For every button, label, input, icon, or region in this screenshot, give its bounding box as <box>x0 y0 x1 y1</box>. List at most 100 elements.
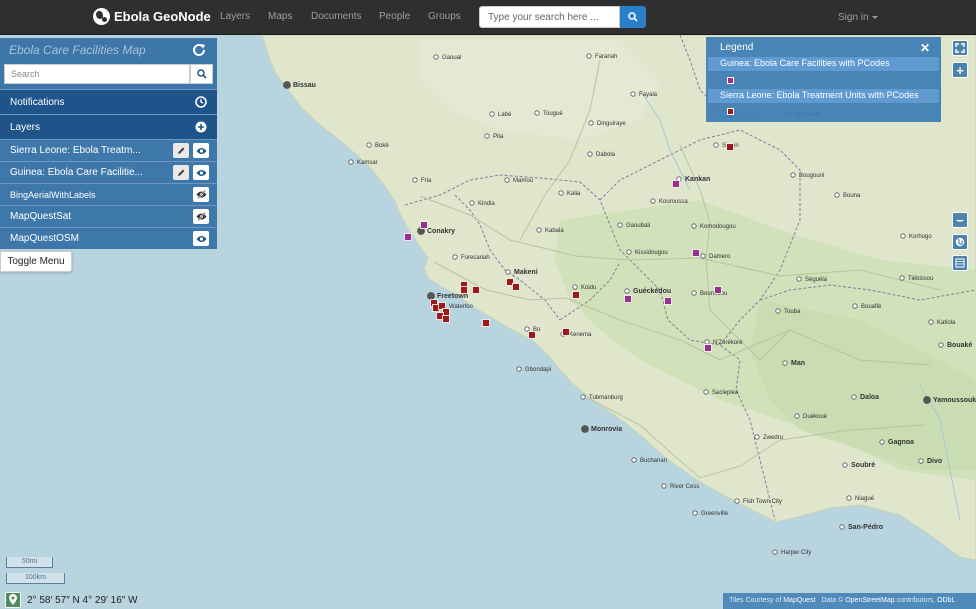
place-dot <box>572 284 578 290</box>
pencil-icon <box>178 147 185 154</box>
place-label: Koidu <box>581 285 596 291</box>
toggle-visibility-button[interactable] <box>193 165 209 180</box>
guinea-facility-marker[interactable] <box>692 249 700 257</box>
layers-label: Layers <box>10 122 41 133</box>
place-dot <box>534 110 540 116</box>
sierra-leone-unit-marker[interactable] <box>442 315 450 323</box>
globe-icon <box>955 237 965 247</box>
place-label: Tiébissou <box>908 276 933 282</box>
place-dot <box>846 495 852 501</box>
place-label: Man <box>791 360 805 367</box>
place-label: Monrovia <box>591 426 622 433</box>
layer-item-mapquest-osm[interactable]: MapQuestOSM <box>0 227 217 249</box>
mouse-coordinates: 2° 58′ 57″ N 4° 29′ 16″ W <box>27 595 138 606</box>
place-dot <box>661 483 667 489</box>
table-icon <box>955 258 965 268</box>
sierra-leone-unit-marker[interactable] <box>472 286 480 294</box>
sign-in-dropdown[interactable]: Sign in <box>838 12 878 23</box>
guinea-facility-marker[interactable] <box>714 286 722 294</box>
place-dot <box>626 249 632 255</box>
guinea-facility-marker[interactable] <box>404 233 412 241</box>
notifications-label: Notifications <box>10 97 65 108</box>
sierra-leone-unit-marker[interactable] <box>562 328 570 336</box>
place-label: Bissau <box>293 82 316 89</box>
guinea-facility-marker[interactable] <box>420 221 428 229</box>
place-label: Gbondapi <box>525 367 551 373</box>
toggle-visibility-button[interactable] <box>193 187 209 202</box>
scale-bar-km: 100km <box>6 573 65 584</box>
nav-documents[interactable]: Documents <box>311 11 362 22</box>
toggle-visibility-button[interactable] <box>193 209 209 224</box>
fullscreen-button[interactable] <box>952 40 968 56</box>
edit-layer-button[interactable] <box>173 143 189 158</box>
guinea-facility-marker[interactable] <box>704 344 712 352</box>
location-button[interactable] <box>5 592 21 608</box>
nav-groups[interactable]: Groups <box>428 11 461 22</box>
place-dot <box>452 254 458 260</box>
brand-logo[interactable]: Ebola GeoNode <box>93 8 211 25</box>
place-label: Kankan <box>685 176 710 183</box>
sierra-leone-unit-marker[interactable] <box>726 143 734 151</box>
place-label: Kenema <box>569 332 592 338</box>
attribution-data-prefix: Data © <box>821 597 844 604</box>
layers-row[interactable]: Layers <box>0 114 217 139</box>
place-label: Dinguiraye <box>597 121 626 127</box>
place-label: Fria <box>421 178 432 184</box>
sierra-leone-unit-marker[interactable] <box>482 319 490 327</box>
eye-icon <box>196 147 206 154</box>
toggle-visibility-button[interactable] <box>193 143 209 158</box>
table-view-button[interactable] <box>952 255 968 271</box>
close-icon[interactable]: ✕ <box>920 41 930 55</box>
place-label: Buchanan <box>640 458 667 464</box>
place-dot <box>504 177 510 183</box>
nav-people[interactable]: People <box>379 11 410 22</box>
place-label: Fayala <box>639 92 658 98</box>
layer-search-button[interactable] <box>190 64 213 84</box>
global-search-button[interactable] <box>620 6 646 28</box>
sierra-leone-unit-marker[interactable] <box>572 291 580 299</box>
mapquest-link[interactable]: MapQuest <box>783 597 815 604</box>
place-dot <box>630 91 636 97</box>
layer-item-sierra-leone[interactable]: Sierra Leone: Ebola Treatm... <box>0 139 217 161</box>
notifications-row[interactable]: Notifications <box>0 89 217 114</box>
place-dot <box>775 308 781 314</box>
zoom-out-button[interactable]: − <box>952 212 968 228</box>
eye-icon <box>196 169 206 176</box>
nav-layers[interactable]: Layers <box>220 11 250 22</box>
refresh-icon[interactable] <box>191 42 207 58</box>
odbl-link[interactable]: ODbL <box>937 597 955 604</box>
place-label: Gaoubali <box>626 223 650 229</box>
place-dot <box>489 111 495 117</box>
layer-label: MapQuestOSM <box>10 233 79 244</box>
plus-circle-icon[interactable] <box>195 121 207 133</box>
place-label: Boké <box>375 143 389 149</box>
legend-swatch-guinea <box>727 77 734 84</box>
guinea-facility-marker[interactable] <box>664 297 672 305</box>
layer-item-guinea[interactable]: Guinea: Ebola Care Facilitie... <box>0 161 217 183</box>
sierra-leone-unit-marker[interactable] <box>528 331 536 339</box>
place-label: Pita <box>493 134 504 140</box>
layer-item-mapquest-sat[interactable]: MapQuestSat <box>0 205 217 227</box>
toggle-menu-button[interactable]: Toggle Menu <box>0 251 72 272</box>
sierra-leone-unit-marker[interactable] <box>512 283 520 291</box>
place-label: Daloa <box>860 394 879 401</box>
place-label: Harper City <box>781 550 811 556</box>
nav-maps[interactable]: Maps <box>268 11 292 22</box>
sierra-leone-unit-marker[interactable] <box>460 286 468 294</box>
layer-search-input[interactable] <box>4 64 190 84</box>
toggle-visibility-button[interactable] <box>193 231 209 246</box>
zoom-in-button[interactable]: + <box>952 62 968 78</box>
globe-view-button[interactable] <box>952 234 968 250</box>
place-label: Yamoussoukro <box>933 397 976 404</box>
guinea-facility-marker[interactable] <box>672 180 680 188</box>
edit-layer-button[interactable] <box>173 165 189 180</box>
place-dot <box>283 81 291 89</box>
global-search-input[interactable] <box>479 6 620 28</box>
minus-icon: − <box>956 212 964 228</box>
openstreetmap-link[interactable]: OpenStreetMap <box>845 597 894 604</box>
layer-item-bing-aerial[interactable]: BingAerialWithLabels <box>0 183 217 205</box>
place-dot <box>469 200 475 206</box>
place-label: Tougué <box>543 111 563 117</box>
eye-slash-icon <box>196 212 206 221</box>
guinea-facility-marker[interactable] <box>624 295 632 303</box>
